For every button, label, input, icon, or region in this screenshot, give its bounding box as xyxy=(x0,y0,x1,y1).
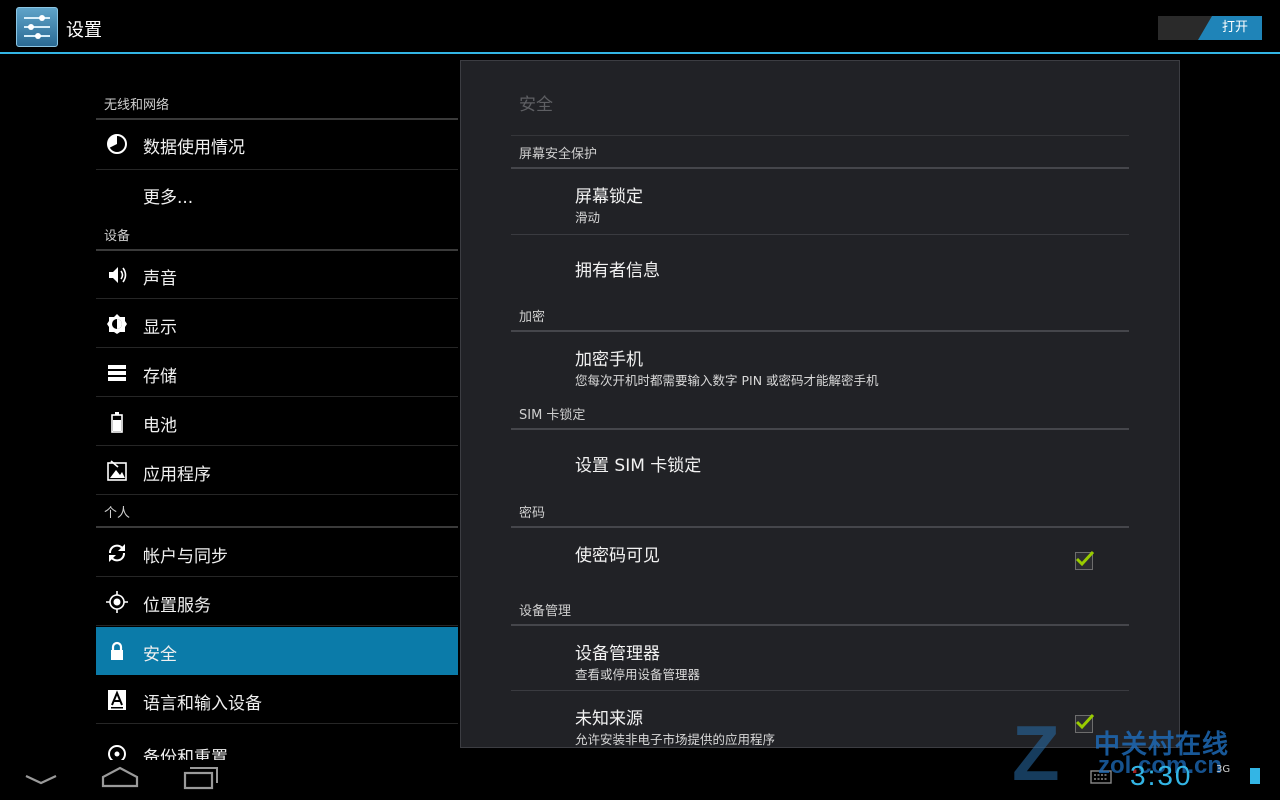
battery-status-icon xyxy=(1250,768,1260,784)
pref-title: 屏幕锁定 xyxy=(575,187,643,207)
sidebar-item-language-input[interactable]: 语言和输入设备 xyxy=(96,676,458,724)
sidebar-item-label: 备份和重置 xyxy=(143,748,228,760)
sidebar-item-display[interactable]: 显示 xyxy=(96,300,458,348)
location-icon xyxy=(106,591,128,613)
section-header-encryption: 加密 xyxy=(511,306,1129,332)
storage-icon xyxy=(108,365,126,381)
pref-device-administrators[interactable]: 设备管理器 查看或停用设备管理器 xyxy=(511,625,1129,691)
sidebar-item-accounts-sync[interactable]: 帐户与同步 xyxy=(96,529,458,577)
pref-owner-info[interactable]: 拥有者信息 xyxy=(511,236,1129,296)
show-password-checkbox[interactable] xyxy=(1075,550,1095,570)
volume-icon xyxy=(109,267,127,283)
pref-screen-lock[interactable]: 屏幕锁定 滑动 xyxy=(511,168,1129,235)
category-header-personal: 个人 xyxy=(96,502,458,528)
pref-summary: 滑动 xyxy=(575,210,601,225)
pref-summary: 查看或停用设备管理器 xyxy=(575,667,701,682)
sidebar-item-label: 存储 xyxy=(143,367,177,387)
settings-sidebar: 无线和网络 数据使用情况 更多... 设备 声音 显示 存储 电池 应用程序 个… xyxy=(96,56,458,760)
security-panel: 安全 屏幕安全保护 屏幕锁定 滑动 拥有者信息 加密 加密手机 您每次开机时都需… xyxy=(460,60,1180,748)
sidebar-item-label: 应用程序 xyxy=(143,465,211,485)
back-icon[interactable] xyxy=(24,770,58,790)
pref-summary: 您每次开机时都需要输入数字 PIN 或密码才能解密手机 xyxy=(575,373,879,388)
watermark-logo-icon: Z xyxy=(1012,709,1060,797)
sidebar-item-label: 数据使用情况 xyxy=(143,138,245,158)
apps-icon xyxy=(107,460,127,481)
toggle-on-label: 打开 xyxy=(1198,16,1262,40)
pref-title: 拥有者信息 xyxy=(575,261,660,281)
watermark-site-a: zol xyxy=(1098,752,1132,779)
category-header-wireless: 无线和网络 xyxy=(96,94,458,120)
sidebar-item-label: 帐户与同步 xyxy=(143,547,228,567)
settings-icon[interactable] xyxy=(16,7,58,47)
divider xyxy=(511,135,1129,136)
wifi-toggle[interactable]: 打开 xyxy=(1158,16,1262,40)
sidebar-item-more[interactable]: 更多... xyxy=(96,170,458,218)
pref-title: 未知来源 xyxy=(575,709,643,729)
sidebar-item-security[interactable]: 安全 xyxy=(96,627,458,675)
pref-show-password[interactable]: 使密码可见 xyxy=(511,527,1129,597)
lock-icon xyxy=(111,641,123,660)
battery-icon xyxy=(111,412,123,433)
pref-title: 设备管理器 xyxy=(575,644,660,664)
backup-icon xyxy=(108,745,126,760)
recent-apps-icon[interactable] xyxy=(182,766,220,792)
pref-encrypt-phone[interactable]: 加密手机 您每次开机时都需要输入数字 PIN 或密码才能解密手机 xyxy=(511,331,1129,397)
system-nav-bar xyxy=(0,760,1280,800)
language-icon xyxy=(108,690,126,710)
sidebar-item-sound[interactable]: 声音 xyxy=(96,251,458,299)
home-icon[interactable] xyxy=(100,766,140,790)
pref-set-sim-lock[interactable]: 设置 SIM 卡锁定 xyxy=(511,429,1129,495)
checkmark-icon xyxy=(1075,550,1095,567)
sidebar-item-label: 电池 xyxy=(143,416,177,436)
status-clock[interactable]: 3:30 xyxy=(1130,760,1193,792)
section-header-screen-security: 屏幕安全保护 xyxy=(511,143,1129,169)
brightness-icon xyxy=(107,314,127,334)
pref-summary: 允许安装非电子市场提供的应用程序 xyxy=(575,732,776,747)
panel-title: 安全 xyxy=(519,95,553,115)
sync-icon xyxy=(109,544,125,562)
section-header-password: 密码 xyxy=(511,502,1129,528)
sidebar-item-location[interactable]: 位置服务 xyxy=(96,578,458,626)
pref-title: 加密手机 xyxy=(575,350,643,370)
sidebar-item-label: 安全 xyxy=(143,645,177,665)
sidebar-item-data-usage[interactable]: 数据使用情况 xyxy=(96,120,458,170)
section-header-sim-lock: SIM 卡锁定 xyxy=(511,404,1129,430)
section-header-device-admin: 设备管理 xyxy=(511,600,1129,626)
sidebar-item-label: 更多... xyxy=(143,188,194,208)
app-title: 设置 xyxy=(66,20,102,41)
sidebar-item-apps[interactable]: 应用程序 xyxy=(96,447,458,495)
sidebar-item-battery[interactable]: 电池 xyxy=(96,398,458,446)
sidebar-item-backup-reset[interactable]: 备份和重置 xyxy=(96,725,458,760)
sidebar-item-storage[interactable]: 存储 xyxy=(96,349,458,397)
category-header-device: 设备 xyxy=(96,225,458,251)
sidebar-item-label: 显示 xyxy=(143,318,177,338)
checkmark-icon xyxy=(1075,713,1095,730)
data-usage-icon xyxy=(107,134,127,154)
pref-title: 使密码可见 xyxy=(575,546,660,566)
sidebar-item-label: 语言和输入设备 xyxy=(143,694,262,714)
sidebar-item-label: 声音 xyxy=(143,269,177,289)
pref-title: 设置 SIM 卡锁定 xyxy=(575,456,702,476)
unknown-sources-checkbox[interactable] xyxy=(1075,713,1095,733)
action-bar: 设置 打开 xyxy=(0,0,1280,54)
signal-indicator: 3G xyxy=(1216,764,1231,775)
sidebar-item-label: 位置服务 xyxy=(143,596,211,616)
